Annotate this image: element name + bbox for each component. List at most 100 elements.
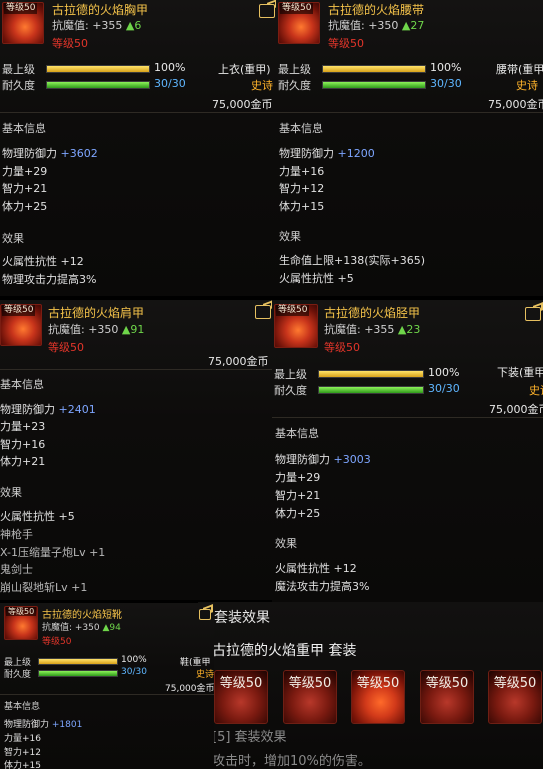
equip-slot: 下装(重甲 xyxy=(497,366,543,379)
stat-intelligence: 智力+12 xyxy=(4,748,41,758)
item-tooltip-belt: 等级50 古拉德的火焰腰带 抗魔值: +350 ▲27 等级50 最上级 100… xyxy=(276,0,543,296)
price: 75,000金币 xyxy=(165,684,214,694)
equip-slot: 腰带(重甲 xyxy=(496,63,543,76)
grade-bar xyxy=(318,370,424,378)
effect-header: 效果 xyxy=(2,232,24,245)
basic-info-header: 基本信息 xyxy=(0,378,44,391)
durability-value: 30/30 xyxy=(154,77,186,90)
stat-strength: 力量+16 xyxy=(4,734,41,744)
durability-label: 耐久度 xyxy=(2,79,35,92)
magic-resist: 抗魔值: +350 ▲91 xyxy=(48,323,145,336)
magic-resist: 抗魔值: +355 ▲6 xyxy=(52,19,142,32)
item-name: 古拉德的火焰胸甲 xyxy=(52,3,149,17)
required-level: 等级50 xyxy=(52,37,88,50)
basic-info-header: 基本信息 xyxy=(2,122,46,135)
item-tooltip-boots: 等级50 古拉德的火焰短靴 抗魔值: +350 ▲94 等级50 最上级 100… xyxy=(0,603,214,769)
physical-defense: 物理防御力 +3602 xyxy=(2,147,98,160)
magic-resist: 抗魔值: +350 ▲94 xyxy=(42,623,121,633)
stat-vitality: 体力+25 xyxy=(2,200,48,213)
share-icon[interactable] xyxy=(255,305,271,319)
stat-strength: 力量+29 xyxy=(275,471,321,484)
physical-defense: 物理防御力 +1200 xyxy=(279,147,375,160)
durability-value: 30/30 xyxy=(121,667,147,677)
shoulder-armor-icon: 等级50 xyxy=(0,304,42,346)
skill-bonus: X-1压缩量子炮Lv +1 xyxy=(0,546,106,559)
effect-header: 效果 xyxy=(0,486,22,499)
grade-label: 最上级 xyxy=(278,63,311,76)
level-badge: 等级50 xyxy=(2,305,36,316)
level-badge: 等级50 xyxy=(280,3,314,14)
effect-line: 火属性抗性 +12 xyxy=(2,255,84,268)
durability-bar xyxy=(46,81,150,89)
rarity: 史诗 xyxy=(529,384,543,397)
level-badge: 等级50 xyxy=(276,305,310,316)
grade-percent: 100% xyxy=(121,655,147,665)
effect-line: 火属性抗性 +5 xyxy=(279,272,354,285)
skill-class: 鬼剑士 xyxy=(0,563,33,576)
boots-icon: 等级50 xyxy=(4,606,38,640)
required-level: 等级50 xyxy=(324,341,360,354)
price: 75,000金币 xyxy=(212,98,273,111)
stat-vitality: 体力+21 xyxy=(0,455,46,468)
share-icon[interactable] xyxy=(259,4,275,18)
durability-value: 30/30 xyxy=(428,382,460,395)
set-piece-slot[interactable]: 等级50 xyxy=(488,670,542,724)
item-name: 古拉德的火焰肩甲 xyxy=(48,306,145,320)
stat-strength: 力量+29 xyxy=(2,165,48,178)
durability-label: 耐久度 xyxy=(278,79,311,92)
level-badge: 等级50 xyxy=(6,607,37,616)
grade-bar xyxy=(38,658,118,665)
equip-slot: 上衣(重甲) xyxy=(218,63,271,76)
basic-info-header: 基本信息 xyxy=(4,702,41,712)
physical-defense: 物理防御力 +3003 xyxy=(275,453,371,466)
required-level: 等级50 xyxy=(42,637,72,647)
item-tooltip-shoulder: 等级50 古拉德的火焰肩甲 抗魔值: +350 ▲91 等级50 75,000金… xyxy=(0,300,272,600)
price: 75,000金币 xyxy=(208,355,269,368)
effect-line: 生命值上限+138(实际+365) xyxy=(279,254,426,267)
durability-value: 30/30 xyxy=(430,77,462,90)
share-icon[interactable] xyxy=(199,609,211,620)
item-tooltip-legs: 等级50 古拉德的火焰胫甲 抗魔值: +355 ▲23 等级50 最上级 100… xyxy=(272,300,543,602)
item-name: 古拉德的火焰腰带 xyxy=(328,3,425,17)
stat-strength: 力量+23 xyxy=(0,420,46,433)
required-level: 等级50 xyxy=(48,341,84,354)
set-piece-slot[interactable]: 等级50 xyxy=(420,670,474,724)
stat-intelligence: 智力+12 xyxy=(279,182,325,195)
stat-intelligence: 智力+21 xyxy=(2,182,48,195)
set-piece-slot[interactable]: 等级50 xyxy=(283,670,337,724)
stat-intelligence: 智力+16 xyxy=(0,438,46,451)
set-effect-header: 套装效果 xyxy=(214,610,270,626)
price: 75,000金币 xyxy=(489,403,543,416)
durability-bar xyxy=(38,670,118,677)
grade-label: 最上级 xyxy=(2,63,35,76)
set-piece-slot[interactable]: 等级50 xyxy=(214,670,268,724)
grade-bar xyxy=(46,65,150,73)
grade-percent: 100% xyxy=(428,366,460,379)
grade-label: 最上级 xyxy=(274,368,307,381)
stat-vitality: 体力+15 xyxy=(279,200,325,213)
effect-line: 物理攻击力提高3% xyxy=(2,273,97,286)
magic-resist: 抗魔值: +350 ▲27 xyxy=(328,19,425,32)
basic-info-header: 基本信息 xyxy=(275,427,319,440)
effect-header: 效果 xyxy=(279,230,301,243)
belt-icon: 等级50 xyxy=(278,2,320,44)
skill-bonus: 崩山裂地斩Lv +1 xyxy=(0,581,88,594)
skill-class: 神枪手 xyxy=(0,528,33,541)
stat-intelligence: 智力+21 xyxy=(275,489,321,502)
physical-defense: 物理防御力 +2401 xyxy=(0,403,96,416)
rarity: 史诗 xyxy=(251,79,273,92)
item-tooltip-chest: 等级50 古拉德的火焰胸甲 抗魔值: +355 ▲6 等级50 最上级 100%… xyxy=(0,0,276,296)
required-level: 等级50 xyxy=(328,37,364,50)
effect-header: 效果 xyxy=(275,537,297,550)
grade-percent: 100% xyxy=(430,61,462,74)
share-icon[interactable] xyxy=(525,307,541,321)
grade-bar xyxy=(322,65,426,73)
price: 75,000金币 xyxy=(488,98,543,111)
effect-line: 火属性抗性 +5 xyxy=(0,510,75,523)
durability-label: 耐久度 xyxy=(274,384,307,397)
set-piece-slot[interactable]: 等级50 xyxy=(351,670,405,724)
basic-info-header: 基本信息 xyxy=(279,122,323,135)
set-bonus-title: [5] 套装效果 xyxy=(212,730,287,745)
durability-bar xyxy=(322,81,426,89)
durability-label: 耐久度 xyxy=(4,670,32,680)
